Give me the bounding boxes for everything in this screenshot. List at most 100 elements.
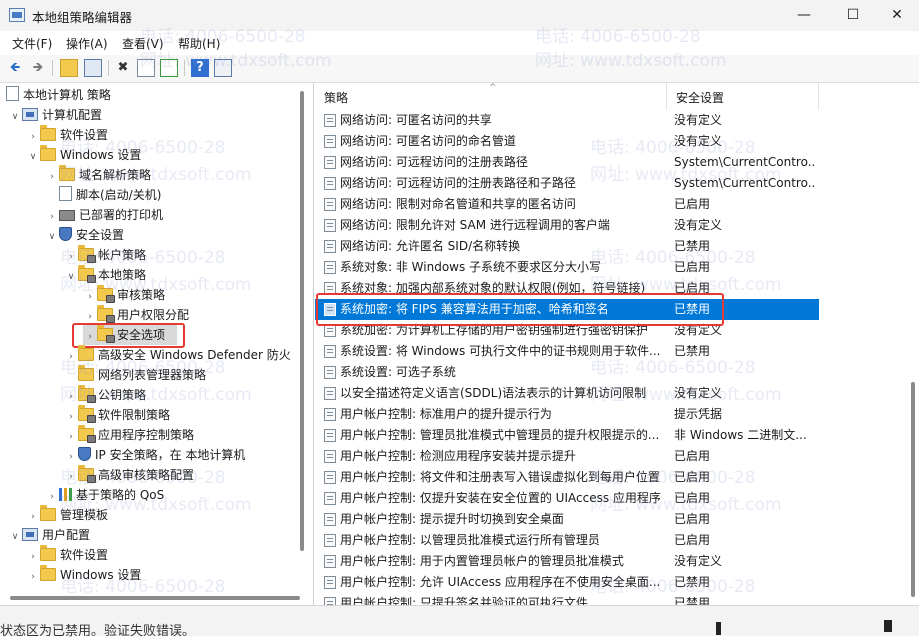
folder-lock-icon [78, 425, 96, 443]
chevron-right-icon[interactable]: › [64, 427, 78, 447]
chevron-right-icon[interactable]: › [26, 127, 40, 147]
back-arrow-icon[interactable]: 🡸 [6, 59, 24, 77]
toolbar-separator [108, 60, 109, 76]
policy-row[interactable]: 网络访问: 可匿名访问的共享 没有定义 [315, 110, 819, 131]
console-view-icon[interactable] [214, 59, 232, 77]
policy-row[interactable]: 网络访问: 可远程访问的注册表路径和子路径 System\CurrentContr… [315, 173, 819, 194]
shield-icon [59, 227, 72, 241]
tree-node-app-control[interactable]: › 应用程序控制策略 [64, 425, 194, 445]
tree-node-scripts[interactable]: 脚本(启动/关机) [45, 185, 161, 205]
close-button[interactable]: ✕ [874, 0, 919, 31]
chevron-right-icon[interactable]: › [64, 447, 78, 467]
policy-row[interactable]: 以安全描述符定义语言(SDDL)语法表示的计算机访问限制 没有定义 [315, 383, 819, 404]
policy-row[interactable]: 用户帐户控制: 提示提升时切换到安全桌面 已启用 [315, 509, 819, 530]
chevron-down-icon[interactable]: ∨ [45, 227, 59, 247]
show-hide-tree-icon[interactable] [84, 59, 102, 77]
menu-file[interactable]: 文件(F) [12, 35, 52, 52]
tree-node-windows-settings[interactable]: ∨ Windows 设置 [26, 145, 141, 165]
policy-row[interactable]: 用户帐户控制: 检测应用程序安装并提示提升 已启用 [315, 446, 819, 467]
tree-node-audit-policy[interactable]: › 审核策略 [83, 285, 165, 305]
policy-row[interactable]: 网络访问: 可远程访问的注册表路径 System\CurrentContro... [315, 152, 819, 173]
tree-node-software-settings[interactable]: › 软件设置 [26, 125, 108, 145]
computer-icon [22, 108, 38, 121]
tree-node-admin-templates[interactable]: › 管理模板 [26, 505, 108, 525]
policy-row[interactable]: 系统设置: 可选子系统 [315, 362, 819, 383]
properties-icon[interactable] [137, 59, 155, 77]
list-vertical-scrollbar[interactable] [911, 382, 915, 597]
tree-vertical-scrollbar[interactable] [300, 91, 304, 551]
tree-horizontal-scrollbar[interactable] [10, 596, 300, 600]
printer-icon [59, 210, 75, 221]
policy-icon [324, 576, 336, 589]
tree-node-ip-security[interactable]: › IP 安全策略，在 本地计算机 [64, 445, 245, 465]
chevron-down-icon[interactable]: ∨ [8, 107, 22, 127]
chevron-right-icon[interactable]: › [64, 467, 78, 487]
policy-list-pane: 策略 ^ 安全设置 网络访问: 可匿名访问的共享 没有定义 网络访问: 可匿名访问… [315, 83, 919, 605]
policy-row[interactable]: 用户帐户控制: 仅提升安装在安全位置的 UIAccess 应用程序 已启用 [315, 488, 819, 509]
chevron-right-icon[interactable]: › [26, 547, 40, 567]
tree-node-security-settings[interactable]: ∨ 安全设置 [45, 225, 124, 245]
policy-row[interactable]: 用户帐户控制: 只提升签名并验证的可执行文件 已禁用 [315, 593, 819, 605]
chevron-right-icon[interactable]: › [64, 347, 78, 367]
policy-row[interactable]: 用户帐户控制: 管理员批准模式中管理员的提升权限提示的... 非 Windows … [315, 425, 819, 446]
policy-row[interactable]: 系统设置: 将 Windows 可执行文件中的证书规则用于软件... 已禁用 [315, 341, 819, 362]
chevron-right-icon[interactable]: › [64, 247, 78, 267]
policy-row[interactable]: 用户帐户控制: 允许 UIAccess 应用程序在不使用安全桌面... 已禁用 [315, 572, 819, 593]
policy-icon [324, 555, 336, 568]
chevron-right-icon[interactable]: › [64, 407, 78, 427]
chevron-right-icon[interactable]: › [26, 507, 40, 527]
tree-node-network-list[interactable]: 网络列表管理器策略 [64, 365, 206, 385]
menu-help[interactable]: 帮助(H) [178, 35, 220, 52]
annotation-highlight-policy [316, 293, 724, 326]
policy-row[interactable]: 用户帐户控制: 标准用户的提升提示行为 提示凭据 [315, 404, 819, 425]
policy-row[interactable]: 用户帐户控制: 用于内置管理员帐户的管理员批准模式 没有定义 [315, 551, 819, 572]
chevron-right-icon[interactable]: › [83, 287, 97, 307]
minimize-button[interactable]: — [781, 0, 827, 31]
tree-node-local-policy[interactable]: 本地计算机 策略 [6, 85, 111, 105]
tree-node-user-config[interactable]: ∨ 用户配置 [8, 525, 90, 545]
chevron-down-icon[interactable]: ∨ [26, 147, 40, 167]
policy-icon [324, 135, 336, 148]
chevron-down-icon[interactable]: ∨ [8, 527, 22, 547]
tree-node-account-policy[interactable]: › 帐户策略 [64, 245, 146, 265]
delete-icon[interactable]: ✖ [114, 59, 132, 77]
tree-node-qos[interactable]: › 基于策略的 QoS [45, 485, 164, 505]
chevron-right-icon[interactable]: › [45, 487, 59, 507]
tree-pane: 本地计算机 策略 ∨ 计算机配置 › 软件设置 ∨ Windows 设置 › 域名解析策… [0, 83, 314, 605]
tree-node-local-policies[interactable]: ∨ 本地策略 [64, 265, 146, 285]
chevron-right-icon[interactable]: › [45, 167, 59, 187]
tree-node-user-rights[interactable]: › 用户权限分配 [83, 305, 189, 325]
help-icon[interactable]: ? [191, 59, 209, 77]
policy-row[interactable]: 网络访问: 可匿名访问的命名管道 没有定义 [315, 131, 819, 152]
policy-row[interactable]: 用户帐户控制: 将文件和注册表写入错误虚拟化到每用户位置 已启用 [315, 467, 819, 488]
policy-row[interactable]: 系统对象: 非 Windows 子系统不要求区分大小写 已启用 [315, 257, 819, 278]
policy-row[interactable]: 用户帐户控制: 以管理员批准模式运行所有管理员 已启用 [315, 530, 819, 551]
column-header-setting[interactable]: 安全设置 [667, 83, 819, 110]
chevron-right-icon[interactable]: › [45, 207, 59, 227]
tree-node-defender-firewall[interactable]: › 高级安全 Windows Defender 防火 [64, 345, 291, 365]
maximize-button[interactable]: ☐ [830, 0, 876, 31]
policy-row[interactable]: 网络访问: 限制允许对 SAM 进行远程调用的客户端 没有定义 [315, 215, 819, 236]
up-folder-icon[interactable] [60, 59, 78, 77]
status-text: 状态区为已禁用。验证失败错误。 [0, 624, 196, 639]
tree-node-software-restriction[interactable]: › 软件限制策略 [64, 405, 170, 425]
tree-node-public-key[interactable]: › 公钥策略 [64, 385, 146, 405]
export-list-icon[interactable] [160, 59, 178, 77]
tree-node-user-software-settings[interactable]: › 软件设置 [26, 545, 108, 565]
forward-arrow-icon[interactable]: 🡺 [29, 59, 47, 77]
menu-view[interactable]: 查看(V) [122, 35, 164, 52]
chevron-right-icon[interactable]: › [64, 387, 78, 407]
tree-node-user-windows-settings[interactable]: › Windows 设置 [26, 565, 141, 585]
tree-node-advanced-audit[interactable]: › 高级审核策略配置 [64, 465, 194, 485]
policy-icon [324, 597, 336, 605]
policy-row[interactable]: 网络访问: 允许匿名 SID/名称转换 已禁用 [315, 236, 819, 257]
policy-row[interactable]: 网络访问: 限制对命名管道和共享的匿名访问 已启用 [315, 194, 819, 215]
menu-action[interactable]: 操作(A) [66, 35, 108, 52]
policy-icon [324, 408, 336, 421]
window-title: 本地组策略编辑器 [32, 10, 133, 25]
chevron-right-icon[interactable]: › [26, 567, 40, 587]
tree-node-dns-policy[interactable]: › 域名解析策略 [45, 165, 151, 185]
chevron-down-icon[interactable]: ∨ [64, 267, 78, 287]
tree-node-computer-config[interactable]: ∨ 计算机配置 [8, 105, 102, 125]
tree-node-printers[interactable]: › 已部署的打印机 [45, 205, 163, 225]
